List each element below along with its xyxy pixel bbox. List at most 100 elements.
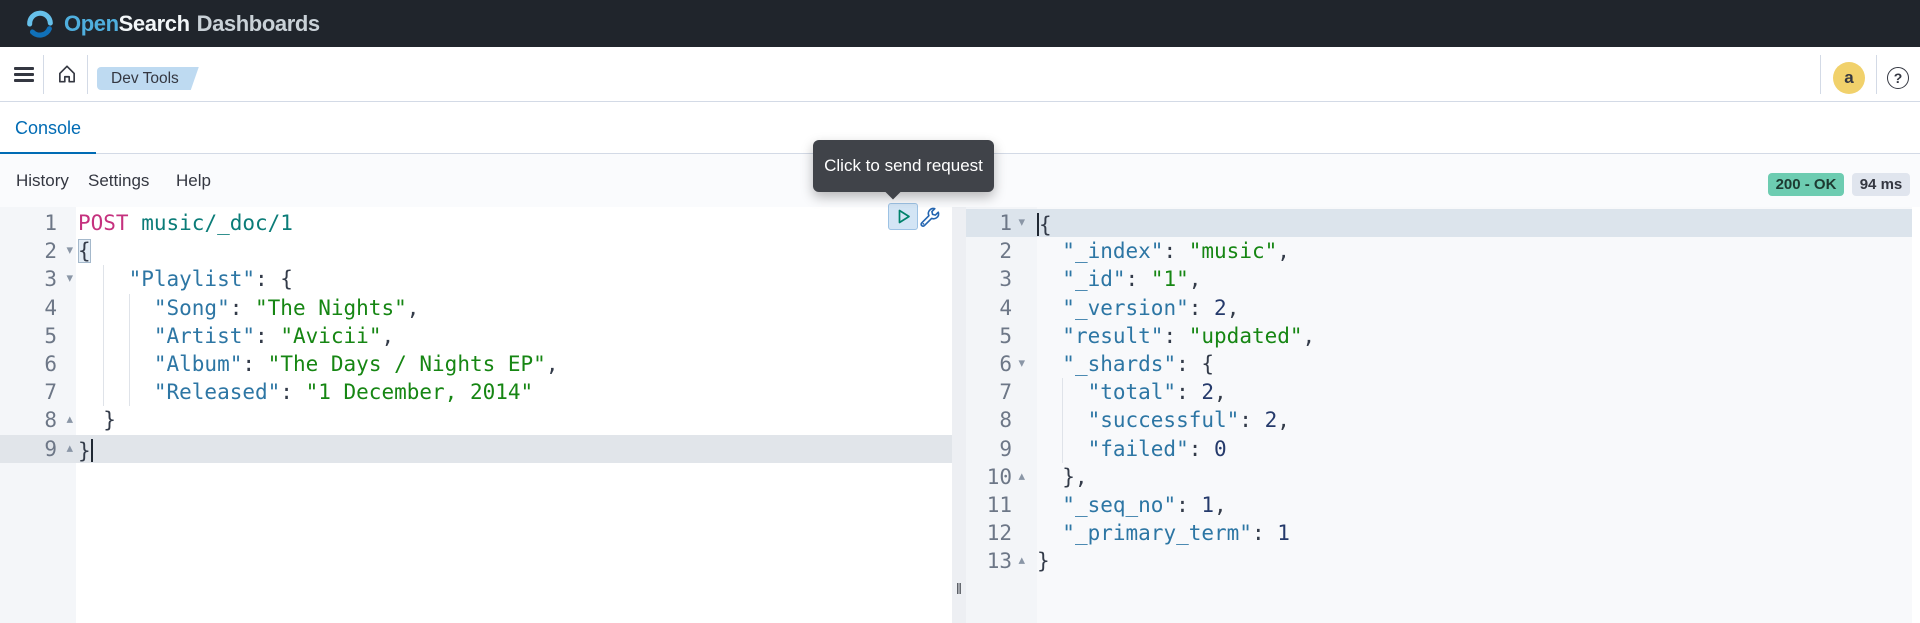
code-text: "Song": "The Nights", <box>76 294 419 322</box>
line-number: 1▾ <box>966 209 1037 237</box>
fold-toggle-icon[interactable]: ▾ <box>1018 350 1025 378</box>
question-mark-icon: ? <box>1894 70 1903 86</box>
nav-divider <box>43 55 44 94</box>
code-text: "total": 2, <box>1037 378 1227 406</box>
code-line[interactable]: 9▴} <box>0 435 952 463</box>
resizer-grip-icon: ‖ <box>956 581 962 598</box>
line-number: 2▾ <box>0 237 76 265</box>
send-request-tooltip: Click to send request <box>813 140 994 192</box>
menu-hamburger-icon[interactable] <box>14 67 34 82</box>
home-button[interactable] <box>55 62 79 86</box>
code-text: "Album": "The Days / Nights EP", <box>76 350 558 378</box>
code-text: "failed": 0 <box>1037 435 1227 463</box>
text-cursor <box>1037 213 1039 236</box>
line-number: 6▾ <box>966 350 1037 378</box>
code-line[interactable]: 4 "_version": 2, <box>966 294 1920 322</box>
code-line[interactable]: 3 "_id": "1", <box>966 265 1920 293</box>
menu-history[interactable]: History <box>16 154 69 207</box>
status-code-label: 200 - OK <box>1776 176 1837 193</box>
menu-settings-label: Settings <box>88 171 149 191</box>
code-text: { <box>76 237 91 265</box>
fold-toggle-icon[interactable]: ▴ <box>1018 547 1025 575</box>
line-number: 12 <box>966 519 1037 547</box>
logo-word-open: Open <box>64 11 119 36</box>
code-line[interactable]: 9 "failed": 0 <box>966 435 1920 463</box>
play-icon <box>894 207 913 226</box>
code-line[interactable]: 5 "result": "updated", <box>966 322 1920 350</box>
response-time-badge: 94 ms <box>1852 173 1910 196</box>
code-line[interactable]: 10▴ }, <box>966 463 1920 491</box>
code-line[interactable]: 7 "total": 2, <box>966 378 1920 406</box>
nav-divider <box>87 55 88 94</box>
code-line[interactable]: 8▴ } <box>0 406 952 434</box>
logo-word-search: Search <box>119 11 190 36</box>
line-number: 5 <box>0 322 76 350</box>
line-number: 4 <box>0 294 76 322</box>
code-text: { <box>1037 209 1052 237</box>
code-line[interactable]: 2 "_index": "music", <box>966 237 1920 265</box>
breadcrumb-dev-tools[interactable]: Dev Tools <box>97 67 199 90</box>
line-number: 3 <box>966 265 1037 293</box>
code-text: "_shards": { <box>1037 350 1214 378</box>
fold-toggle-icon[interactable]: ▴ <box>66 435 73 463</box>
fold-toggle-icon[interactable]: ▾ <box>66 237 73 265</box>
line-number: 9 <box>966 435 1037 463</box>
line-number: 4 <box>966 294 1037 322</box>
fold-toggle-icon[interactable]: ▴ <box>1018 463 1025 491</box>
menu-settings[interactable]: Settings <box>88 154 149 207</box>
send-request-button[interactable] <box>888 203 918 230</box>
code-text: "successful": 2, <box>1037 406 1290 434</box>
code-text: } <box>76 435 93 463</box>
request-editor[interactable]: 1POST music/_doc/12▾{3▾ "Playlist": {4 "… <box>0 207 952 623</box>
wrench-icon <box>919 206 941 229</box>
line-number: 5 <box>966 322 1037 350</box>
line-number: 6 <box>0 350 76 378</box>
line-number: 1 <box>0 209 76 237</box>
code-text: "Released": "1 December, 2014" <box>76 378 533 406</box>
nav-divider <box>1876 55 1877 94</box>
fold-toggle-icon[interactable]: ▴ <box>66 406 73 434</box>
code-line[interactable]: 8 "successful": 2, <box>966 406 1920 434</box>
code-line[interactable]: 1POST music/_doc/1 <box>0 209 952 237</box>
line-number: 11 <box>966 491 1037 519</box>
code-line[interactable]: 6▾ "_shards": { <box>966 350 1920 378</box>
code-line[interactable]: 4 "Song": "The Nights", <box>0 294 952 322</box>
code-text: "_index": "music", <box>1037 237 1290 265</box>
code-text: "_version": 2, <box>1037 294 1239 322</box>
help-button[interactable]: ? <box>1887 67 1909 89</box>
code-line[interactable]: 7 "Released": "1 December, 2014" <box>0 378 952 406</box>
menu-history-label: History <box>16 171 69 191</box>
line-number: 13▴ <box>966 547 1037 575</box>
nav-divider <box>1820 55 1821 94</box>
line-number: 2 <box>966 237 1037 265</box>
fold-toggle-icon[interactable]: ▾ <box>1018 209 1025 237</box>
panel-resizer[interactable]: ‖ <box>952 207 966 623</box>
code-text: "_id": "1", <box>1037 265 1201 293</box>
response-viewer[interactable]: 1▾{2 "_index": "music",3 "_id": "1",4 "_… <box>966 207 1920 623</box>
code-line[interactable]: 12 "_primary_term": 1 <box>966 519 1920 547</box>
nav-bar: Dev Tools a ? <box>0 47 1920 102</box>
code-line[interactable]: 13▴} <box>966 547 1920 575</box>
line-number: 7 <box>0 378 76 406</box>
code-line[interactable]: 11 "_seq_no": 1, <box>966 491 1920 519</box>
code-line[interactable]: 3▾ "Playlist": { <box>0 265 952 293</box>
code-text: POST music/_doc/1 <box>76 209 293 237</box>
code-line[interactable]: 6 "Album": "The Days / Nights EP", <box>0 350 952 378</box>
code-text: } <box>1037 547 1050 575</box>
code-line[interactable]: 1▾{ <box>966 209 1920 237</box>
fold-toggle-icon[interactable]: ▾ <box>66 265 73 293</box>
scrollbar-track[interactable] <box>1912 207 1920 623</box>
code-text: }, <box>1037 463 1088 491</box>
app-header: OpenSearchDashboards <box>0 0 1920 47</box>
code-line[interactable]: 5 "Artist": "Avicii", <box>0 322 952 350</box>
tab-console[interactable]: Console <box>0 103 96 154</box>
code-line[interactable]: 2▾{ <box>0 237 952 265</box>
menu-help[interactable]: Help <box>176 154 211 207</box>
text-cursor <box>91 439 93 462</box>
response-code-lines: 1▾{2 "_index": "music",3 "_id": "1",4 "_… <box>966 209 1920 575</box>
breadcrumb-label: Dev Tools <box>111 70 179 88</box>
line-number: 3▾ <box>0 265 76 293</box>
request-options-button[interactable] <box>918 205 942 230</box>
user-avatar[interactable]: a <box>1833 62 1865 94</box>
request-code-lines: 1POST music/_doc/12▾{3▾ "Playlist": {4 "… <box>0 209 952 463</box>
